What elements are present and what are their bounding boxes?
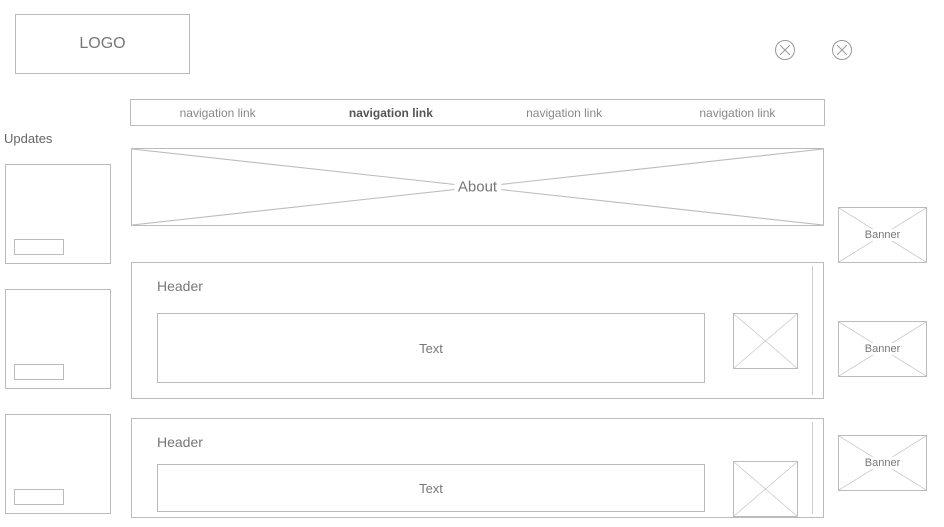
banner-label: Banner bbox=[863, 229, 902, 241]
banner-label: Banner bbox=[863, 343, 902, 355]
nav-link-1[interactable]: navigation link bbox=[304, 100, 477, 125]
updates-title: Updates bbox=[4, 131, 52, 146]
update-card-2[interactable] bbox=[5, 414, 111, 514]
nav-link-3[interactable]: navigation link bbox=[651, 100, 824, 125]
update-card-button[interactable] bbox=[14, 239, 64, 255]
card-image-placeholder bbox=[733, 313, 798, 369]
update-card-1[interactable] bbox=[5, 289, 111, 389]
logo: LOGO bbox=[15, 14, 190, 74]
card-header: Header bbox=[157, 434, 203, 450]
nav-link-2[interactable]: navigation link bbox=[478, 100, 651, 125]
card-image-placeholder bbox=[733, 461, 798, 517]
update-card-button[interactable] bbox=[14, 489, 64, 505]
hero-about: About bbox=[131, 148, 824, 226]
hero-label: About bbox=[454, 179, 501, 196]
card-header: Header bbox=[157, 278, 203, 294]
content-card-1: Header Text bbox=[131, 418, 824, 518]
card-text: Text bbox=[157, 464, 705, 512]
banner-2[interactable]: Banner bbox=[838, 435, 927, 491]
close-icon-1[interactable] bbox=[775, 40, 795, 60]
card-text: Text bbox=[157, 313, 705, 383]
update-card-button[interactable] bbox=[14, 364, 64, 380]
logo-text: LOGO bbox=[79, 35, 125, 53]
update-card-0[interactable] bbox=[5, 164, 111, 264]
nav-bar: navigation link navigation link navigati… bbox=[130, 99, 825, 126]
close-icon-2[interactable] bbox=[832, 40, 852, 60]
nav-link-0[interactable]: navigation link bbox=[131, 100, 304, 125]
banner-label: Banner bbox=[863, 457, 902, 469]
banner-0[interactable]: Banner bbox=[838, 207, 927, 263]
scrollbar[interactable] bbox=[812, 422, 820, 514]
banner-1[interactable]: Banner bbox=[838, 321, 927, 377]
scrollbar[interactable] bbox=[812, 266, 820, 395]
content-card-0: Header Text bbox=[131, 262, 824, 399]
